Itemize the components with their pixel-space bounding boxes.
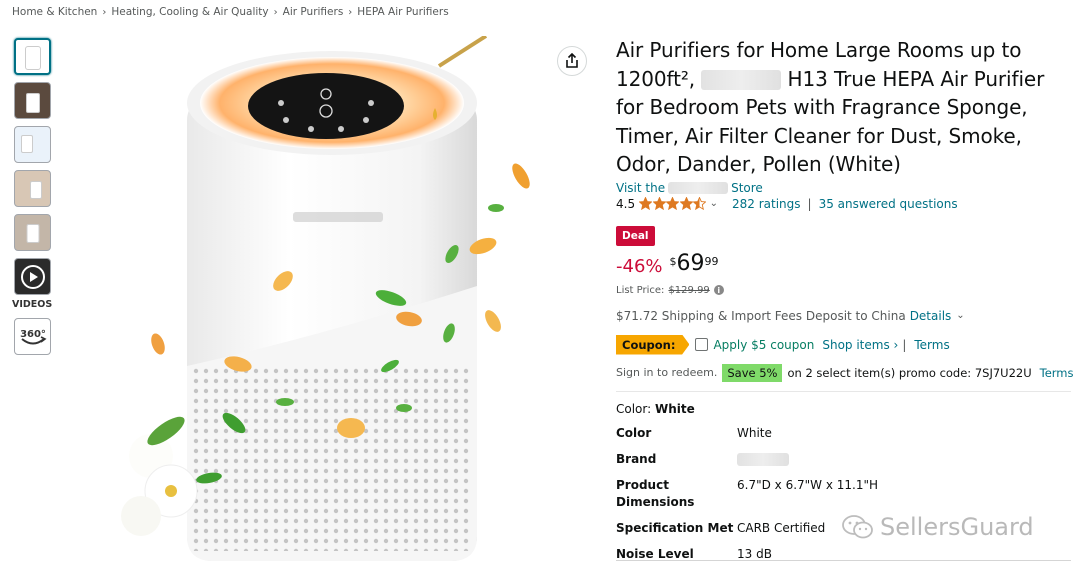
coupon-row: Coupon: Apply $5 coupon Shop items › | T… <box>616 334 1076 355</box>
spec-row-brand: Brand <box>616 451 878 477</box>
360-view-button[interactable]: 360° <box>14 318 51 355</box>
coupon-separator: | <box>902 337 907 352</box>
star-icon <box>652 197 666 210</box>
list-price-value: $129.99 <box>668 284 710 296</box>
breadcrumb-separator: › <box>273 6 278 18</box>
breadcrumb-separator: › <box>348 6 353 18</box>
sign-in-redeem[interactable]: Sign in to redeem. <box>616 366 717 379</box>
thumbnail-2[interactable] <box>14 82 51 119</box>
breadcrumb: Home & Kitchen › Heating, Cooling & Air … <box>12 6 449 18</box>
visit-store-link[interactable]: Visit the Store <box>616 181 1076 195</box>
divider <box>616 560 1071 561</box>
apply-coupon-checkbox[interactable] <box>695 338 709 351</box>
360-icon: 360° <box>20 329 47 344</box>
breadcrumb-heating-cooling[interactable]: Heating, Cooling & Air Quality <box>111 6 268 18</box>
spec-value <box>737 451 878 477</box>
answered-questions-link[interactable]: 35 answered questions <box>819 197 958 211</box>
color-value: White <box>655 401 695 416</box>
rating-separator: | <box>807 196 812 211</box>
coupon-tag: Coupon: <box>616 334 690 355</box>
store-suffix: Store <box>731 180 763 195</box>
share-button[interactable] <box>557 46 587 76</box>
list-price: List Price: $129.99 i <box>616 285 1076 296</box>
promo-text: on 2 select item(s) promo code: 7SJ7U22U <box>787 365 1032 380</box>
breadcrumb-hepa-air-purifiers[interactable]: HEPA Air Purifiers <box>357 6 448 18</box>
redacted-brand <box>701 70 782 90</box>
spec-row-specification: Specification Met CARB Certified <box>616 520 878 546</box>
videos-label: VIDEOS <box>12 299 53 310</box>
spec-key: Brand <box>616 451 657 466</box>
image-thumbnail-list: VIDEOS 360° <box>12 38 53 355</box>
star-icon <box>639 197 653 210</box>
watermark-text: SellersGuard <box>880 513 1034 541</box>
spec-key: Noise Level <box>616 546 694 561</box>
spec-value: White <box>737 425 772 440</box>
star-rating[interactable] <box>639 197 707 210</box>
price-fraction: 99 <box>704 254 719 268</box>
price-currency: $ <box>669 254 677 268</box>
spec-row-dimensions: Product Dimensions 6.7"D x 6.7"W x 11.1"… <box>616 477 878 520</box>
air-purifier-illustration <box>121 36 530 561</box>
spec-key: Product Dimensions <box>616 477 695 509</box>
breadcrumb-air-purifiers[interactable]: Air Purifiers <box>283 6 344 18</box>
shop-items-link[interactable]: Shop items › <box>822 338 898 352</box>
star-icon <box>693 197 707 210</box>
product-title: Air Purifiers for Home Large Rooms up to… <box>616 36 1076 179</box>
video-thumbnail[interactable] <box>14 258 51 295</box>
redacted-store-name <box>668 181 729 194</box>
promo-row: Sign in to redeem. Save 5% on 2 select i… <box>616 363 1076 382</box>
star-icon <box>666 197 680 210</box>
spec-key: Specification Met <box>616 520 734 535</box>
selected-color: Color: White <box>616 402 1076 416</box>
save-badge: Save 5% <box>722 363 783 382</box>
watermark: SellersGuard <box>842 513 1034 541</box>
thumbnail-3[interactable] <box>14 126 51 163</box>
breadcrumb-separator: › <box>102 6 107 18</box>
store-prefix: Visit the <box>616 180 666 195</box>
spec-value: 13 dB <box>737 546 772 561</box>
promo-terms-link[interactable]: Terms <box>1040 366 1074 380</box>
rating-row: 4.5 ⌄ 282 ratings | 35 answered question… <box>616 197 1076 211</box>
list-price-label: List Price: <box>616 284 665 296</box>
play-icon <box>20 264 45 289</box>
rating-value: 4.5 <box>616 196 636 211</box>
coupon-terms-link[interactable]: Terms <box>914 338 949 352</box>
wechat-icon <box>842 515 873 539</box>
breadcrumb-home-kitchen[interactable]: Home & Kitchen <box>12 6 97 18</box>
spec-row-noise: Noise Level 13 dB <box>616 546 878 572</box>
thumbnail-4[interactable] <box>14 170 51 207</box>
product-specs-table: Color White Brand Product Dimensions 6.7… <box>616 425 878 572</box>
star-icon <box>679 197 693 210</box>
thumbnail-5[interactable] <box>14 214 51 251</box>
thumbnail-1[interactable] <box>14 38 51 75</box>
shipping-info: $71.72 Shipping & Import Fees Deposit to… <box>616 309 1076 323</box>
price-whole: 69 <box>676 250 705 276</box>
apply-coupon-label[interactable]: Apply $5 coupon <box>713 338 814 352</box>
price-row: -46% $ 69 99 <box>616 250 1076 277</box>
color-label: Color: <box>616 401 652 416</box>
spec-row-color: Color White <box>616 425 878 451</box>
product-details: Air Purifiers for Home Large Rooms up to… <box>616 36 1076 572</box>
discount-percent: -46% <box>616 255 663 277</box>
ratings-count-link[interactable]: 282 ratings <box>732 197 801 211</box>
spec-key: Color <box>616 425 652 440</box>
deal-badge: Deal <box>616 225 655 246</box>
shipping-details-link[interactable]: Details <box>910 309 952 323</box>
chevron-down-icon[interactable]: ⌄ <box>956 310 964 321</box>
main-product-image[interactable] <box>121 36 530 573</box>
shipping-text: $71.72 Shipping & Import Fees Deposit to… <box>616 308 906 323</box>
chevron-down-icon[interactable]: ⌄ <box>710 198 718 209</box>
price: $ 69 99 <box>669 250 719 276</box>
share-icon <box>566 53 578 68</box>
divider <box>616 390 1071 392</box>
info-icon[interactable]: i <box>713 285 724 295</box>
redacted-brand-value <box>737 452 789 466</box>
